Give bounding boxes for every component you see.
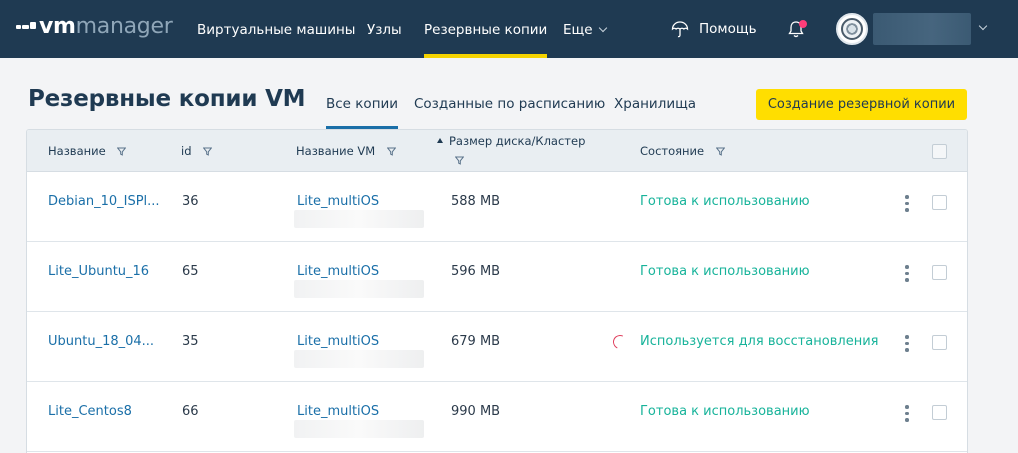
logo-text-vm: vm (39, 14, 76, 39)
disk-size: 588 MB (451, 194, 501, 209)
backup-id: 66 (182, 404, 199, 419)
column-label: Состояние (640, 144, 705, 158)
user-avatar[interactable] (836, 13, 868, 45)
column-label: Название VM (296, 144, 376, 158)
table-row[interactable]: Lite_Centos8 66 Lite_multiOS 990 MB Гото… (27, 382, 967, 452)
table-header: Название id Название VM Размер диска/Кла… (27, 130, 967, 172)
tab-all-copies[interactable]: Все копии (326, 96, 399, 129)
column-label: Название (48, 144, 106, 158)
umbrella-icon (671, 21, 689, 38)
table-row[interactable]: Ubuntu_18_04... 35 Lite_multiOS 679 MB И… (27, 312, 967, 382)
filter-icon[interactable] (203, 147, 213, 156)
row-checkbox[interactable] (932, 265, 947, 280)
redacted-vm-info (294, 350, 424, 368)
row-menu-icon[interactable] (905, 195, 909, 213)
disk-size: 679 MB (451, 334, 501, 349)
status-text: Готова к использованию (640, 264, 810, 279)
filter-icon[interactable] (715, 147, 725, 156)
filter-icon[interactable] (117, 147, 127, 156)
top-navigation-bar: vmmanager Виртуальные машины Узлы Резерв… (0, 0, 1018, 58)
row-checkbox[interactable] (932, 195, 947, 210)
redacted-vm-info (294, 210, 424, 228)
backup-name-link[interactable]: Debian_10_ISPl... (48, 194, 160, 209)
logo-icon (16, 20, 36, 34)
vm-name-link[interactable]: Lite_multiOS (297, 264, 379, 279)
logo-text-manager: manager (75, 14, 173, 39)
status-text: Готова к использованию (640, 404, 810, 419)
redacted-vm-info (294, 280, 424, 298)
disk-size: 990 MB (451, 404, 501, 419)
status-text: Используется для восстановления (640, 334, 879, 349)
backup-name-link[interactable]: Lite_Ubuntu_16 (48, 264, 149, 279)
help-label: Помощь (699, 21, 757, 37)
row-menu-icon[interactable] (905, 405, 909, 423)
disk-size: 596 MB (451, 264, 501, 279)
vm-name-link[interactable]: Lite_multiOS (297, 404, 379, 419)
column-label: Размер диска/Кластер (449, 134, 586, 148)
backup-name-link[interactable]: Ubuntu_18_04... (48, 334, 154, 349)
column-header-vm-name[interactable]: Название VM (296, 144, 396, 158)
column-header-status[interactable]: Состояние (640, 144, 725, 158)
tab-scheduled[interactable]: Созданные по расписанию (414, 96, 605, 129)
page-title: Резервные копии VM (28, 86, 306, 112)
create-backup-button[interactable]: Создание резервной копии (756, 89, 967, 120)
nav-nodes[interactable]: Узлы (367, 0, 402, 58)
backup-name-link[interactable]: Lite_Centos8 (48, 404, 132, 419)
row-checkbox[interactable] (932, 405, 947, 420)
sort-ascending-icon (437, 138, 443, 143)
backup-id: 36 (182, 194, 199, 209)
column-header-disk-size[interactable]: Размер диска/Кластер (437, 134, 585, 148)
vmmanager-logo[interactable]: vmmanager (16, 14, 173, 39)
backups-table: Название id Название VM Размер диска/Кла… (26, 129, 968, 453)
user-menu-chevron-icon[interactable] (978, 21, 988, 31)
nav-virtual-machines[interactable]: Виртуальные машины (197, 0, 355, 58)
backup-id: 35 (182, 334, 199, 349)
vm-name-link[interactable]: Lite_multiOS (297, 334, 379, 349)
nav-more-label: Еще (563, 22, 593, 38)
tab-storages[interactable]: Хранилища (614, 96, 696, 129)
row-menu-icon[interactable] (905, 265, 909, 283)
nav-more[interactable]: Еще (563, 0, 607, 58)
chevron-down-icon (598, 23, 607, 33)
filter-icon[interactable] (386, 147, 396, 156)
user-name-redacted[interactable] (873, 13, 971, 45)
table-row[interactable]: Debian_10_ISPl... 36 Lite_multiOS 588 MB… (27, 172, 967, 242)
column-header-id[interactable]: id (181, 144, 213, 158)
notification-badge (799, 20, 807, 28)
vm-name-link[interactable]: Lite_multiOS (297, 194, 379, 209)
status-text: Готова к использованию (640, 194, 810, 209)
column-label: id (181, 144, 192, 158)
table-row[interactable]: Lite_Ubuntu_16 65 Lite_multiOS 596 MB Го… (27, 242, 967, 312)
filter-icon[interactable] (455, 156, 464, 165)
redacted-vm-info (294, 420, 424, 438)
backup-id: 65 (182, 264, 199, 279)
nav-backups[interactable]: Резервные копии (424, 0, 548, 58)
row-menu-icon[interactable] (905, 335, 909, 353)
help-link[interactable]: Помощь (671, 0, 757, 58)
select-all-checkbox[interactable] (932, 144, 947, 159)
loading-spinner-icon (611, 333, 629, 351)
column-header-name[interactable]: Название (48, 144, 127, 158)
row-checkbox[interactable] (932, 335, 947, 350)
